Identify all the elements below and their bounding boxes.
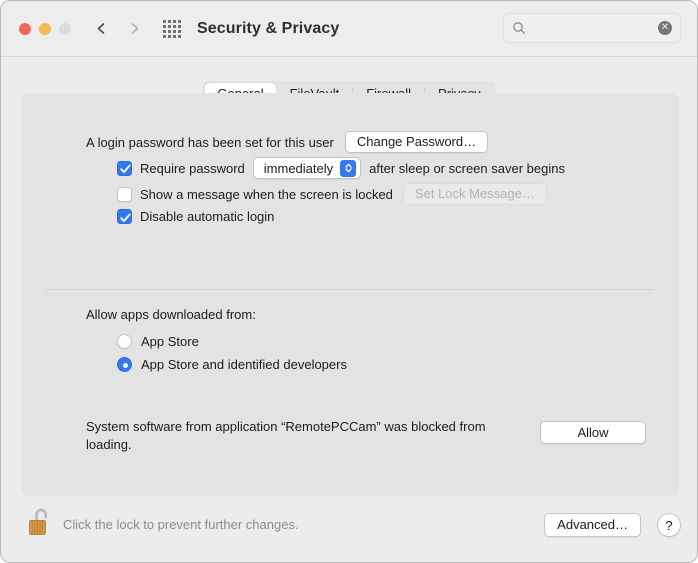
show-lock-message-checkbox[interactable]	[117, 187, 132, 202]
app-store-identified-developers-radio-label: App Store and identified developers	[141, 357, 347, 372]
chevron-right-icon[interactable]	[128, 22, 141, 35]
chevron-up-down-icon	[340, 160, 356, 177]
search-field[interactable]: ✕	[503, 13, 681, 43]
allow-apps-title: Allow apps downloaded from:	[86, 307, 256, 322]
disable-automatic-login-row: Disable automatic login	[117, 209, 274, 224]
disable-automatic-login-label: Disable automatic login	[140, 209, 274, 224]
chevron-left-icon[interactable]	[95, 22, 108, 35]
advanced-button[interactable]: Advanced…	[544, 513, 641, 537]
clear-search-icon[interactable]: ✕	[658, 21, 672, 35]
security-privacy-window: Security & Privacy ✕ General FileVault F…	[0, 0, 698, 563]
title-bar: Security & Privacy ✕	[1, 1, 697, 57]
login-password-row: A login password has been set for this u…	[86, 131, 488, 153]
require-password-label: Require password	[140, 161, 245, 176]
require-password-suffix-label: after sleep or screen saver begins	[369, 161, 565, 176]
bottom-bar: Click the lock to prevent further change…	[1, 494, 697, 562]
show-all-grid-icon[interactable]	[163, 20, 181, 38]
blocked-software-notice: System software from application “Remote…	[86, 418, 506, 454]
general-settings-panel: A login password has been set for this u…	[21, 93, 679, 496]
app-store-identified-developers-radio[interactable]	[117, 357, 132, 372]
require-password-delay-value: immediately	[264, 161, 333, 176]
change-password-button[interactable]: Change Password…	[345, 131, 488, 153]
zoom-window-button	[59, 23, 71, 35]
minimize-window-button[interactable]	[39, 23, 51, 35]
disable-automatic-login-checkbox[interactable]	[117, 209, 132, 224]
app-store-radio[interactable]	[117, 334, 132, 349]
section-divider	[46, 289, 654, 290]
page-title: Security & Privacy	[197, 20, 339, 38]
require-password-row: Require password immediately after sleep…	[117, 157, 565, 179]
navigation-buttons	[95, 22, 141, 35]
require-password-delay-popup[interactable]: immediately	[253, 157, 361, 179]
help-button[interactable]: ?	[657, 513, 681, 537]
login-password-status-text: A login password has been set for this u…	[86, 135, 334, 150]
show-lock-message-row: Show a message when the screen is locked…	[117, 183, 547, 205]
allow-button[interactable]: Allow	[540, 421, 646, 444]
search-icon	[512, 21, 526, 35]
tab-zone: General FileVault Firewall Privacy	[1, 57, 697, 92]
require-password-checkbox[interactable]	[117, 161, 132, 176]
set-lock-message-button[interactable]: Set Lock Message…	[403, 183, 547, 205]
unlocked-padlock-icon[interactable]	[27, 506, 55, 540]
radio-row-app-store-and-identified-developers: App Store and identified developers	[117, 357, 347, 372]
app-store-radio-label: App Store	[141, 334, 199, 349]
lock-status-text: Click the lock to prevent further change…	[63, 517, 299, 532]
show-lock-message-label: Show a message when the screen is locked	[140, 187, 393, 202]
traffic-light-group	[19, 23, 71, 35]
radio-row-app-store: App Store	[117, 334, 199, 349]
close-window-button[interactable]	[19, 23, 31, 35]
search-input[interactable]	[532, 20, 658, 36]
